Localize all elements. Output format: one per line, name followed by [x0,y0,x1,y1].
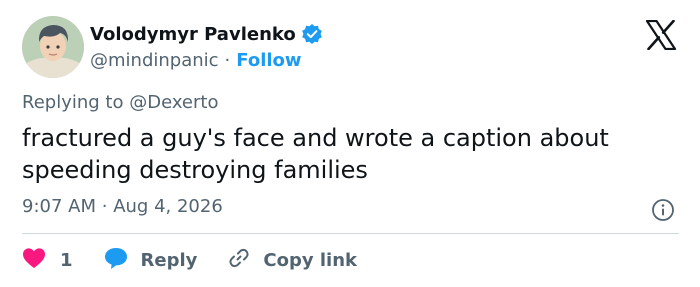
reply-context-prefix: Replying to [22,92,124,113]
heart-icon [22,247,46,274]
divider [22,233,679,234]
follow-button[interactable]: Follow [236,50,301,71]
link-icon [227,246,251,275]
action-bar: 1 Reply Copy link [22,244,357,276]
reply-context: Replying to @Dexerto [22,92,218,113]
verified-badge-icon [301,23,323,45]
tweet-timestamp[interactable]: 9:07 AM · Aug 4, 2026 [22,196,223,217]
x-logo-icon[interactable] [645,19,677,51]
reply-button[interactable]: Reply [103,246,198,275]
author-display-name[interactable]: Volodymyr Pavlenko [90,24,296,45]
tweet-text: fractured a guy's face and wrote a capti… [22,124,609,184]
tweet-date: Aug 4, 2026 [113,196,223,217]
copy-link-label: Copy link [263,249,357,271]
copy-link-button[interactable]: Copy link [227,246,357,275]
author-handle-row: @mindinpanic · Follow [90,48,302,72]
author-name-row: Volodymyr Pavlenko [90,22,323,46]
timestamp-separator: · [101,196,108,217]
handle-separator: · [224,49,231,71]
info-icon[interactable] [651,198,675,222]
avatar-illustration [22,16,84,78]
reply-bubble-icon [103,246,129,275]
reply-mention-link[interactable]: @Dexerto [129,92,218,113]
author-handle[interactable]: @mindinpanic [90,50,219,71]
avatar[interactable] [22,16,84,78]
reply-label: Reply [140,249,198,271]
tweet-time: 9:07 AM [22,196,96,217]
like-count: 1 [60,249,73,271]
like-button[interactable]: 1 [22,247,73,274]
